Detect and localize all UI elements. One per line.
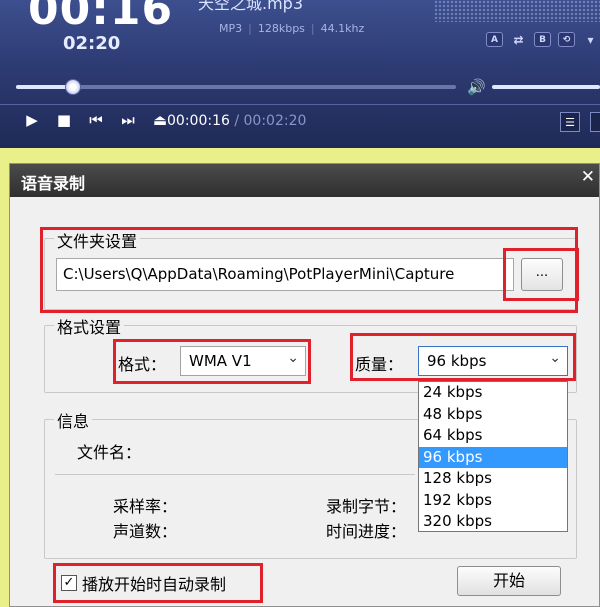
samplerate-label: 采样率： (113, 497, 178, 516)
player-panel: 00:16 02:20 天空之城.mp3 MP3 | 128kbps | 44.… (0, 0, 600, 148)
playlist-icon[interactable]: ☰ (560, 112, 580, 132)
track-title: 天空之城.mp3 (198, 0, 304, 13)
track-bitrate: 128kbps (257, 22, 305, 35)
total-time: 00:02:20 (243, 113, 307, 129)
track-format: MP3 (219, 22, 243, 35)
quality-option[interactable]: 192 kbps (419, 490, 567, 512)
transport-controls: ▶ ■ ⏮ ⏭ ⏏ (22, 111, 170, 129)
folder-path-input[interactable]: C:\Users\Q\AppData\Roaming\PotPlayerMini… (56, 258, 514, 291)
quality-dropdown-list: 24 kbps 48 kbps 64 kbps 96 kbps 128 kbps 192 … (418, 381, 568, 532)
chevron-down-icon[interactable]: ▾ (582, 32, 599, 47)
track-samplerate: 44.1khz (320, 22, 365, 35)
quality-option[interactable]: 64 kbps (419, 425, 567, 447)
folder-settings-label: 文件夹设置 (54, 228, 141, 252)
play-icon[interactable]: ▶ (22, 111, 42, 129)
stop-icon[interactable]: ■ (54, 111, 74, 129)
quality-option[interactable]: 96 kbps (419, 446, 567, 468)
chevron-down-icon: ⌄ (549, 350, 561, 366)
quality-select[interactable]: 96 kbps ⌄ (418, 346, 568, 376)
format-settings-label: 格式设置 (54, 314, 125, 338)
info-separator: | (310, 22, 315, 35)
close-icon[interactable]: ✕ (581, 167, 595, 187)
time-readout: 00:00:16 / 00:02:20 (167, 113, 306, 129)
divider (0, 104, 600, 105)
quality-select-value: 96 kbps (427, 352, 487, 370)
dialog-titlebar[interactable]: 语音录制 ✕ (10, 164, 599, 197)
channels-label: 声道数： (113, 522, 178, 541)
auto-record-label: 播放开始时自动录制 (82, 575, 227, 594)
shuffle-icon[interactable]: ⇄ (510, 32, 527, 47)
time-progress-label: 时间进度： (326, 522, 407, 541)
quality-option[interactable]: 48 kbps (419, 404, 567, 426)
start-button[interactable]: 开始 (457, 566, 561, 596)
ab-repeat-a-button[interactable]: A (486, 32, 503, 47)
quality-label: 质量： (355, 355, 404, 374)
volume-icon[interactable]: 🔊 (467, 78, 486, 96)
previous-icon[interactable]: ⏮ (86, 111, 106, 129)
recorded-bytes-label: 录制字节： (326, 497, 407, 516)
dialog-title: 语音录制 (21, 174, 86, 193)
chevron-down-icon: ⌄ (287, 350, 299, 366)
format-label: 格式： (118, 355, 167, 374)
mini-button-bar: A ⇄ B ⟲ ▾ (486, 32, 599, 47)
info-divider (55, 474, 415, 475)
spectrum-visualizer (434, 0, 600, 22)
elapsed-time-display: 00:16 (28, 0, 174, 35)
volume-slider[interactable] (492, 85, 600, 89)
quality-option[interactable]: 320 kbps (419, 511, 567, 533)
track-info: MP3 | 128kbps | 44.1khz (219, 22, 364, 35)
menu-button[interactable] (590, 112, 600, 132)
seek-handle[interactable] (65, 79, 82, 95)
auto-record-option[interactable]: ✓ 播放开始时自动录制 (61, 571, 226, 595)
current-time: 00:00:16 (167, 113, 230, 129)
filename-label: 文件名： (77, 443, 142, 462)
time-separator: / (234, 113, 240, 129)
quality-option[interactable]: 24 kbps (419, 382, 567, 404)
info-label: 信息 (54, 408, 93, 432)
repeat-icon[interactable]: ⟲ (558, 32, 575, 47)
next-icon[interactable]: ⏭ (118, 111, 138, 129)
total-time-display: 02:20 (63, 33, 121, 54)
browse-button[interactable]: ... (521, 258, 563, 291)
quality-option[interactable]: 128 kbps (419, 468, 567, 490)
info-separator: | (248, 22, 252, 35)
format-select[interactable]: WMA V1 ⌄ (180, 346, 306, 376)
seek-bar[interactable] (16, 79, 456, 95)
format-select-value: WMA V1 (189, 352, 252, 370)
auto-record-checkbox[interactable]: ✓ (61, 575, 77, 591)
ab-repeat-b-button[interactable]: B (534, 32, 551, 47)
